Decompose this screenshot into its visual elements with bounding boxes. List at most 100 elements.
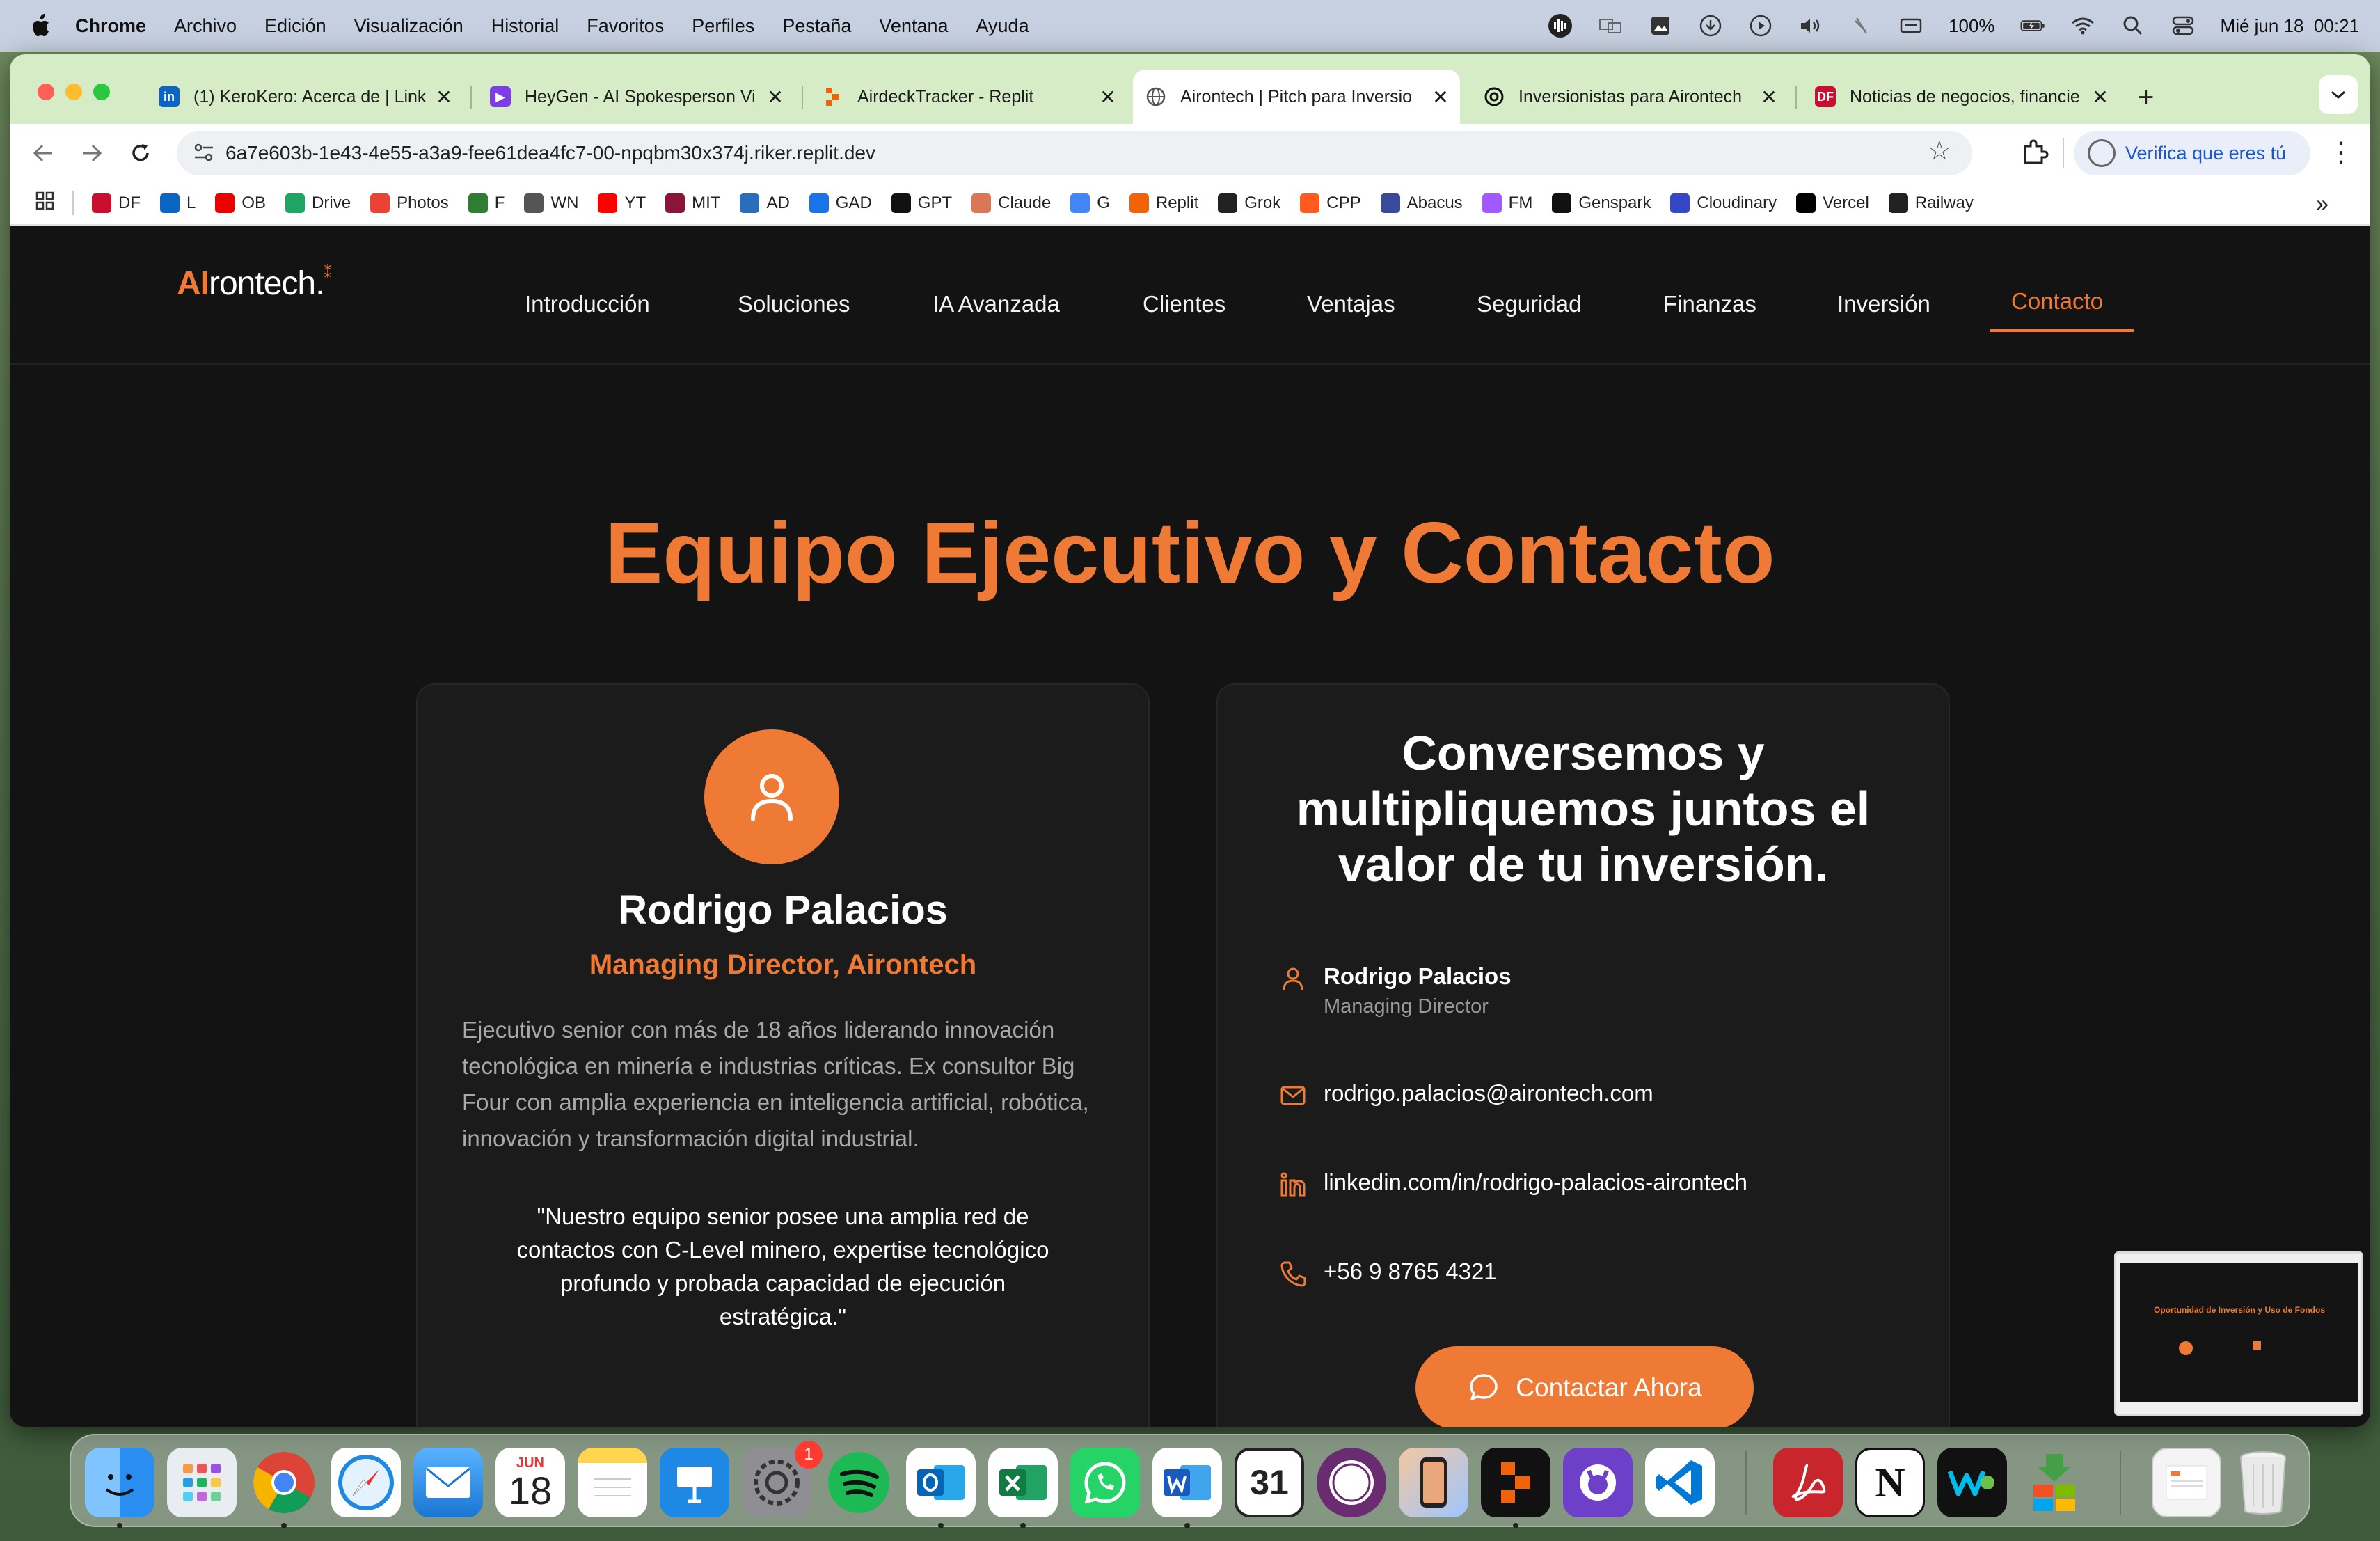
nav-ventajas[interactable]: Ventajas [1307,291,1395,317]
spotlight-search-icon[interactable] [2120,15,2145,36]
contact-phone[interactable]: +56 9 8765 4321 [1324,1258,1497,1285]
bookmark-claude[interactable]: Claude [971,193,1051,213]
forward-button[interactable] [71,132,113,174]
tab-close-icon[interactable]: ✕ [431,86,457,109]
spotify-icon[interactable] [824,1448,894,1517]
installer-icon[interactable] [2020,1448,2089,1517]
menu-pestana[interactable]: Pestaña [782,15,851,37]
extensions-icon[interactable] [2020,136,2050,171]
bookmark-ob[interactable]: OB [215,193,266,213]
tab-close-icon[interactable]: ✕ [1428,86,1453,109]
address-bar[interactable]: 6a7e603b-1e43-4e55-a3a9-fee61dea4fc7-00-… [177,131,1972,175]
excel-icon[interactable] [988,1448,1058,1517]
bookmark-grok[interactable]: Grok [1218,193,1280,213]
acrobat-icon[interactable] [1773,1448,1843,1517]
notes-icon[interactable] [578,1448,647,1517]
airontech-logo[interactable]: AIrontech.⁑ [177,264,331,303]
audio-waveform-icon[interactable] [1548,14,1573,38]
tab-inversionistas[interactable]: Inversionistas para Airontech ✕ [1471,70,1788,124]
apple-menu-icon[interactable] [26,12,54,40]
bookmark-yt[interactable]: YT [598,193,646,213]
chrome-icon[interactable] [249,1448,319,1517]
tab-df-noticias[interactable]: DF Noticias de negocios, financie ✕ [1802,70,2120,124]
menu-app-name[interactable]: Chrome [75,15,146,37]
nav-introduccion[interactable]: Introducción [525,291,650,317]
tab-linkedin[interactable]: in (1) KeroKero: Acerca de | Link ✕ [146,70,463,124]
bookmark-wn[interactable]: WN [524,193,578,213]
nav-soluciones[interactable]: Soluciones [738,291,850,317]
trash-icon[interactable] [2228,1448,2298,1517]
calendar-icon[interactable]: JUN 18 [495,1448,565,1517]
menu-historial[interactable]: Historial [491,15,560,37]
window-close-button[interactable] [38,84,54,100]
bookmark-g[interactable]: G [1070,193,1110,213]
contact-email[interactable]: rodrigo.palacios@airontech.com [1324,1080,1653,1107]
keyboard-icon[interactable] [1898,15,1923,36]
tab-search-button[interactable] [2319,75,2358,114]
contact-email-row[interactable]: rodrigo.palacios@airontech.com [1279,1080,1653,1109]
bookmark-fm[interactable]: FM [1482,193,1532,213]
image-capture-icon[interactable] [1648,15,1673,36]
bluetooth-off-icon[interactable] [1848,15,1873,36]
finder-icon[interactable] [85,1448,154,1517]
screen-recorder-icon[interactable] [1317,1448,1386,1517]
github-desktop-icon[interactable] [1563,1448,1633,1517]
apps-grid-icon[interactable] [35,191,56,216]
whatsapp-icon[interactable] [1070,1448,1140,1517]
bookmark-f[interactable]: F [468,193,505,213]
bookmark-cpp[interactable]: CPP [1300,193,1361,213]
tab-airontech-active[interactable]: Airontech | Pitch para Inversio ✕ [1133,70,1460,124]
replit-icon[interactable] [1481,1448,1550,1517]
menu-ventana[interactable]: Ventana [879,15,948,37]
contact-now-button[interactable]: Contactar Ahora [1415,1346,1754,1427]
control-center-icon[interactable] [2171,15,2196,36]
bookmark-vercel[interactable]: Vercel [1796,193,1869,213]
menu-favoritos[interactable]: Favoritos [587,15,664,37]
chrome-menu-icon[interactable]: ⋮ [2327,136,2355,168]
bookmark-l[interactable]: L [160,193,196,213]
launchpad-icon[interactable] [167,1448,237,1517]
outlook-icon[interactable] [906,1448,976,1517]
webex-icon[interactable] [1937,1448,2007,1517]
nav-seguridad[interactable]: Seguridad [1477,291,1581,317]
menu-visualizacion[interactable]: Visualización [354,15,463,37]
screenshot-thumbnail[interactable]: Oportunidad de Inversión y Uso de Fondos [2114,1251,2363,1416]
tab-close-icon[interactable]: ✕ [763,86,788,109]
safari-icon[interactable] [331,1448,401,1517]
iphone-mirroring-icon[interactable] [1399,1448,1468,1517]
display-mirror-icon[interactable] [1598,15,1623,36]
url-text[interactable]: 6a7e603b-1e43-4e55-a3a9-fee61dea4fc7-00-… [225,142,875,164]
contact-linkedin-row[interactable]: linkedin.com/in/rodrigo-palacios-aironte… [1279,1169,1747,1199]
tab-close-icon[interactable]: ✕ [2088,86,2113,109]
bookmark-genspark[interactable]: Genspark [1552,193,1651,213]
nav-ia-avanzada[interactable]: IA Avanzada [933,291,1060,317]
bookmark-drive[interactable]: Drive [285,193,351,213]
battery-icon[interactable] [2020,15,2045,36]
more-bookmarks-icon[interactable]: » [2316,191,2329,216]
contact-phone-row[interactable]: +56 9 8765 4321 [1279,1258,1497,1288]
play-circle-icon[interactable] [1748,15,1773,37]
bookmark-gad[interactable]: GAD [809,193,872,213]
keynote-icon[interactable] [660,1448,729,1517]
menubar-clock[interactable]: Mié jun 18 00:21 [2221,15,2359,37]
download-icon[interactable] [1698,15,1723,37]
window-zoom-button[interactable] [93,84,110,100]
bookmark-photos[interactable]: Photos [370,193,449,213]
tab-heygen[interactable]: ▶ HeyGen - AI Spokesperson Vi ✕ [477,70,795,124]
tab-close-icon[interactable]: ✕ [1756,86,1782,109]
bookmark-railway[interactable]: Railway [1888,193,1974,213]
tab-close-icon[interactable]: ✕ [1095,86,1120,109]
site-settings-icon[interactable] [192,141,216,168]
new-tab-button[interactable]: + [2138,82,2154,113]
menu-edicion[interactable]: Edición [264,15,326,37]
menu-perfiles[interactable]: Perfiles [692,15,754,37]
word-icon[interactable] [1152,1448,1222,1517]
bookmark-star-icon[interactable]: ☆ [1928,135,1951,166]
bookmark-cloudinary[interactable]: Cloudinary [1670,193,1777,213]
fantastical-icon[interactable]: 31 [1235,1448,1304,1517]
nav-clientes[interactable]: Clientes [1143,291,1225,317]
verify-identity-button[interactable]: Verifica que eres tú [2074,131,2310,175]
bookmark-ad[interactable]: AD [740,193,790,213]
menu-archivo[interactable]: Archivo [174,15,237,37]
document-icon[interactable] [2152,1448,2221,1517]
